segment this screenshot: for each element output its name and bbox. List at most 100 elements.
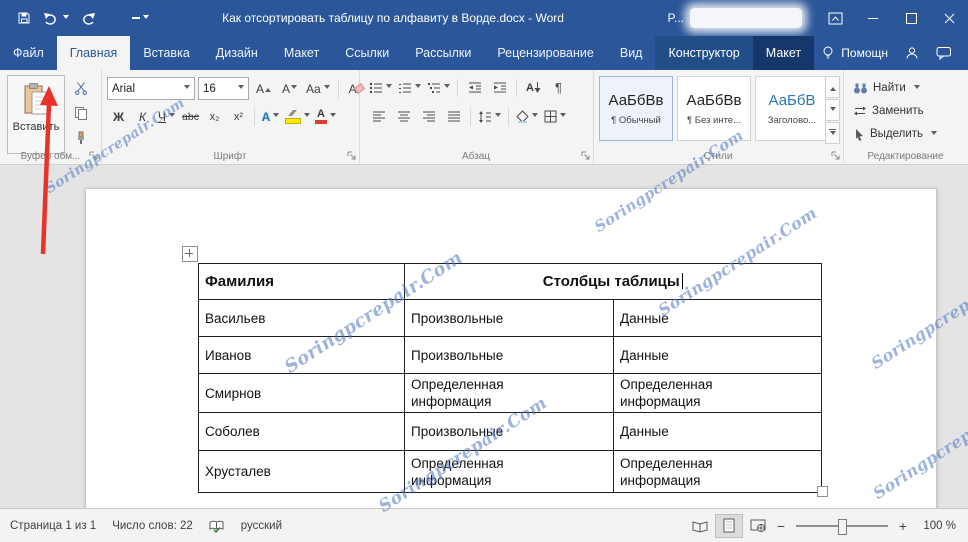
italic-button[interactable]: К	[131, 106, 154, 127]
bullets-button[interactable]	[367, 77, 394, 98]
font-family-select[interactable]: Arial	[107, 77, 195, 100]
zoom-slider-thumb[interactable]	[838, 519, 847, 535]
align-left-button[interactable]	[367, 106, 390, 127]
zoom-level[interactable]: 100 %	[912, 520, 956, 532]
table-cell[interactable]: Смирнов	[199, 374, 405, 413]
zoom-slider[interactable]	[796, 525, 888, 527]
table-cell[interactable]: Определенная информация	[405, 451, 614, 493]
text-effects-button[interactable]: А	[259, 106, 282, 127]
table-cell[interactable]: Столбцы таблицы	[405, 264, 822, 300]
zoom-out-button[interactable]: −	[772, 518, 790, 534]
table-cell[interactable]: Данные	[614, 413, 822, 451]
justify-button[interactable]	[442, 106, 465, 127]
replace-button[interactable]: Заменить	[853, 101, 924, 121]
styles-scroll-down-icon[interactable]	[825, 99, 840, 121]
multilevel-list-button[interactable]	[425, 77, 452, 98]
underline-button[interactable]: Ч	[155, 106, 178, 127]
table-cell[interactable]: Определенная информация	[614, 451, 822, 493]
table-cell[interactable]: Фамилия	[199, 264, 405, 300]
find-button[interactable]: Найти	[853, 78, 920, 98]
tell-me-button[interactable]: Помощн	[820, 44, 888, 62]
tab-mailings[interactable]: Рассылки	[402, 36, 484, 70]
tab-table-layout[interactable]: Макет	[753, 36, 814, 70]
paste-button[interactable]: Вставить	[7, 75, 65, 154]
print-layout-icon[interactable]	[715, 514, 743, 538]
tab-file[interactable]: Файл	[0, 36, 57, 70]
table-cell[interactable]: Произвольные	[405, 337, 614, 374]
numbering-button[interactable]	[396, 77, 423, 98]
align-center-button[interactable]	[392, 106, 415, 127]
document-area[interactable]: Фамилия Столбцы таблицы Васильев Произво…	[0, 164, 968, 508]
styles-dialog-launcher-icon[interactable]	[831, 151, 841, 161]
table-cell[interactable]: Хрусталев	[199, 451, 405, 493]
grow-font-button[interactable]: А	[252, 78, 275, 99]
shrink-font-button[interactable]: А	[278, 78, 301, 99]
read-mode-icon[interactable]	[687, 515, 713, 537]
comments-icon[interactable]	[936, 44, 952, 62]
undo-icon[interactable]	[43, 9, 69, 27]
save-icon[interactable]	[16, 9, 32, 27]
tab-home[interactable]: Главная	[57, 36, 131, 70]
table-cell[interactable]: Произвольные	[405, 300, 614, 337]
style-heading1[interactable]: АаБбВ Заголово...	[755, 76, 829, 141]
table-cell[interactable]: Васильев	[199, 300, 405, 337]
table-cell[interactable]: Произвольные	[405, 413, 614, 451]
paragraph-dialog-launcher-icon[interactable]	[581, 151, 591, 161]
borders-button[interactable]	[542, 106, 568, 127]
align-right-button[interactable]	[417, 106, 440, 127]
document-page[interactable]: Фамилия Столбцы таблицы Васильев Произво…	[85, 188, 937, 508]
close-button[interactable]	[930, 0, 968, 36]
style-no-spacing[interactable]: АаБбВв ¶ Без инте...	[677, 76, 751, 141]
table-cell[interactable]: Данные	[614, 300, 822, 337]
subscript-button[interactable]: x₂	[203, 106, 226, 127]
styles-more-icon[interactable]	[825, 122, 840, 144]
cut-icon[interactable]	[73, 79, 89, 97]
table-cell[interactable]: Определенная информация	[614, 374, 822, 413]
tab-insert[interactable]: Вставка	[130, 36, 202, 70]
table-cell[interactable]: Определенная информация	[405, 374, 614, 413]
minimize-button[interactable]	[854, 0, 892, 36]
select-button[interactable]: Выделить	[853, 124, 937, 144]
tab-design[interactable]: Дизайн	[203, 36, 271, 70]
page-indicator[interactable]: Страница 1 из 1	[10, 520, 96, 532]
show-marks-button[interactable]: ¶	[547, 77, 570, 98]
decrease-indent-button[interactable]	[463, 77, 486, 98]
table-cell[interactable]: Соболев	[199, 413, 405, 451]
tab-references[interactable]: Ссылки	[332, 36, 402, 70]
table-cell[interactable]: Иванов	[199, 337, 405, 374]
table-cell[interactable]: Данные	[614, 337, 822, 374]
tab-review[interactable]: Рецензирование	[484, 36, 607, 70]
format-painter-icon[interactable]	[73, 129, 89, 147]
account-icon[interactable]	[904, 44, 920, 62]
word-count[interactable]: Число слов: 22	[112, 520, 193, 532]
superscript-button[interactable]: x²	[227, 106, 250, 127]
web-layout-icon[interactable]	[745, 515, 771, 537]
ribbon-display-options-icon[interactable]	[816, 0, 854, 36]
proofing-icon[interactable]	[209, 519, 225, 533]
font-dialog-launcher-icon[interactable]	[347, 151, 357, 161]
language-indicator[interactable]: русский	[241, 520, 282, 532]
bold-button[interactable]: Ж	[107, 106, 130, 127]
sort-button[interactable]: А	[522, 77, 545, 98]
zoom-in-button[interactable]: +	[894, 518, 912, 534]
maximize-button[interactable]	[892, 0, 930, 36]
table-resize-handle-icon[interactable]	[817, 486, 828, 497]
change-case-button[interactable]: Aa	[304, 78, 332, 99]
font-size-select[interactable]: 16	[198, 77, 249, 100]
customize-qat-icon[interactable]	[132, 9, 149, 27]
tab-table-design[interactable]: Конструктор	[655, 36, 752, 70]
line-spacing-button[interactable]	[476, 106, 503, 127]
increase-indent-button[interactable]	[488, 77, 511, 98]
shading-button[interactable]	[514, 106, 540, 127]
table-move-handle-icon[interactable]	[182, 246, 198, 262]
style-normal[interactable]: АаБбВв ¶ Обычный	[599, 76, 673, 141]
tab-layout[interactable]: Макет	[271, 36, 332, 70]
tab-view[interactable]: Вид	[607, 36, 656, 70]
document-table[interactable]: Фамилия Столбцы таблицы Васильев Произво…	[198, 263, 822, 493]
strikethrough-button[interactable]: abc	[179, 106, 202, 127]
copy-icon[interactable]	[73, 104, 89, 122]
redo-icon[interactable]	[80, 9, 96, 27]
highlight-color-button[interactable]	[283, 106, 312, 127]
styles-scroll-up-icon[interactable]	[825, 76, 840, 98]
clipboard-dialog-launcher-icon[interactable]	[89, 151, 99, 161]
